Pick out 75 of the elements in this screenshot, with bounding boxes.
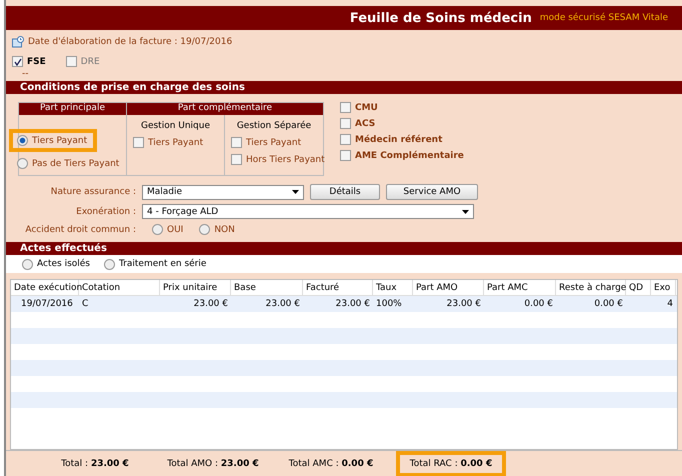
window-title: Feuille de Soins médecin: [350, 10, 532, 26]
table-cell-text: 4: [666, 298, 674, 311]
action-button[interactable]: Détails: [310, 184, 380, 200]
highlight-frame: Total RAC : 0.00 €: [396, 450, 506, 476]
radio-button[interactable]: [17, 158, 28, 169]
checkbox[interactable]: [340, 118, 351, 129]
checkbox-label: Médecin référent: [355, 134, 442, 144]
radio-label: NON: [214, 224, 235, 234]
checkbox-label: ACS: [355, 118, 376, 128]
group-title: Gestion Séparée: [236, 121, 312, 131]
checkbox-label: AME Complémentaire: [355, 150, 464, 160]
total-label: Total AMO : 23.00 €: [166, 458, 260, 470]
column-header[interactable]: Exo: [651, 280, 676, 295]
section-header: Actes effectués: [6, 242, 682, 255]
column-header: Part principale: [19, 103, 126, 115]
checkbox[interactable]: [231, 154, 242, 165]
table-cell-text: 23.00 €: [446, 298, 482, 311]
mode-label: mode sécurisé SESAM Vitale: [540, 13, 668, 23]
calendar-clock-icon: [12, 36, 24, 48]
checkbox-label: Tiers Payant: [246, 138, 302, 148]
radio-label: OUI: [167, 224, 184, 234]
dropdown[interactable]: Maladie: [142, 184, 304, 200]
column-header[interactable]: Date exécution: [11, 280, 79, 295]
column-header[interactable]: Base: [231, 280, 303, 295]
field-label: Exonération :: [75, 206, 136, 216]
radio-label: Traitement en série: [119, 259, 206, 269]
radio-button[interactable]: [104, 258, 115, 270]
radio-button[interactable]: [152, 224, 163, 235]
checkbox-label: FSE: [27, 56, 46, 66]
checkbox[interactable]: [12, 56, 23, 67]
column-header[interactable]: Prix unitaire: [160, 280, 231, 295]
column-header[interactable]: Reste à charge: [556, 280, 626, 295]
checkbox[interactable]: [133, 137, 144, 148]
radio-label: Tiers Payant: [32, 136, 88, 146]
column-header[interactable]: QD: [626, 280, 651, 295]
table-cell-text: 100%: [375, 298, 403, 311]
dropdown[interactable]: 4 - Forçage ALD: [142, 204, 474, 219]
table-cell-text: 19/07/2016: [20, 298, 74, 311]
separator-text: --: [21, 69, 28, 79]
column-header[interactable]: Part AMC: [484, 280, 556, 295]
table-cell-text: 0.00 €: [523, 298, 554, 311]
column-header[interactable]: Taux: [373, 280, 413, 295]
section-header: Conditions de prise en charge des soins: [6, 81, 682, 94]
radio-button[interactable]: [22, 258, 33, 270]
radio-label: Pas de Tiers Payant: [32, 158, 120, 168]
table-cell-text: 23.00 €: [192, 298, 229, 311]
field-label: Nature assurance :: [50, 187, 136, 197]
checkbox[interactable]: [66, 56, 77, 67]
checkbox-label: Hors Tiers Payant: [246, 154, 325, 164]
radio-label: Actes isolés: [37, 259, 90, 269]
caret-icon: [462, 210, 469, 214]
radio-button[interactable]: [17, 135, 28, 146]
checkbox-label: Tiers Payant: [148, 138, 204, 148]
action-button[interactable]: Service AMO: [386, 184, 478, 200]
checkbox[interactable]: [340, 102, 351, 113]
checkbox[interactable]: [340, 134, 351, 145]
checkbox-label: DRE: [80, 56, 100, 66]
checkmark-icon: [14, 58, 22, 66]
table-cell-text: 23.00 €: [334, 298, 371, 311]
caret-icon: [292, 190, 299, 194]
column-header[interactable]: Part AMO: [413, 280, 484, 295]
column-header[interactable]: Facturé: [303, 280, 373, 295]
checkbox[interactable]: [340, 150, 351, 161]
radio-button[interactable]: [199, 224, 210, 235]
column-header: Part complémentaire: [127, 103, 323, 115]
invoice-date: Date d'élaboration de la facture : 19/07/2016: [28, 37, 232, 47]
field-label: Accident droit commun :: [24, 224, 136, 234]
total-label: Total : 23.00 €: [60, 458, 130, 470]
table-cell-text: 0.00 €: [593, 298, 624, 311]
checkbox-label: CMU: [355, 102, 378, 112]
group-title: Gestion Unique: [140, 121, 212, 131]
checkbox[interactable]: [231, 137, 242, 148]
total-label: Total AMC : 0.00 €: [288, 458, 374, 470]
table-cell-text: 23.00 €: [264, 298, 301, 311]
table-cell-text: C: [81, 298, 90, 311]
